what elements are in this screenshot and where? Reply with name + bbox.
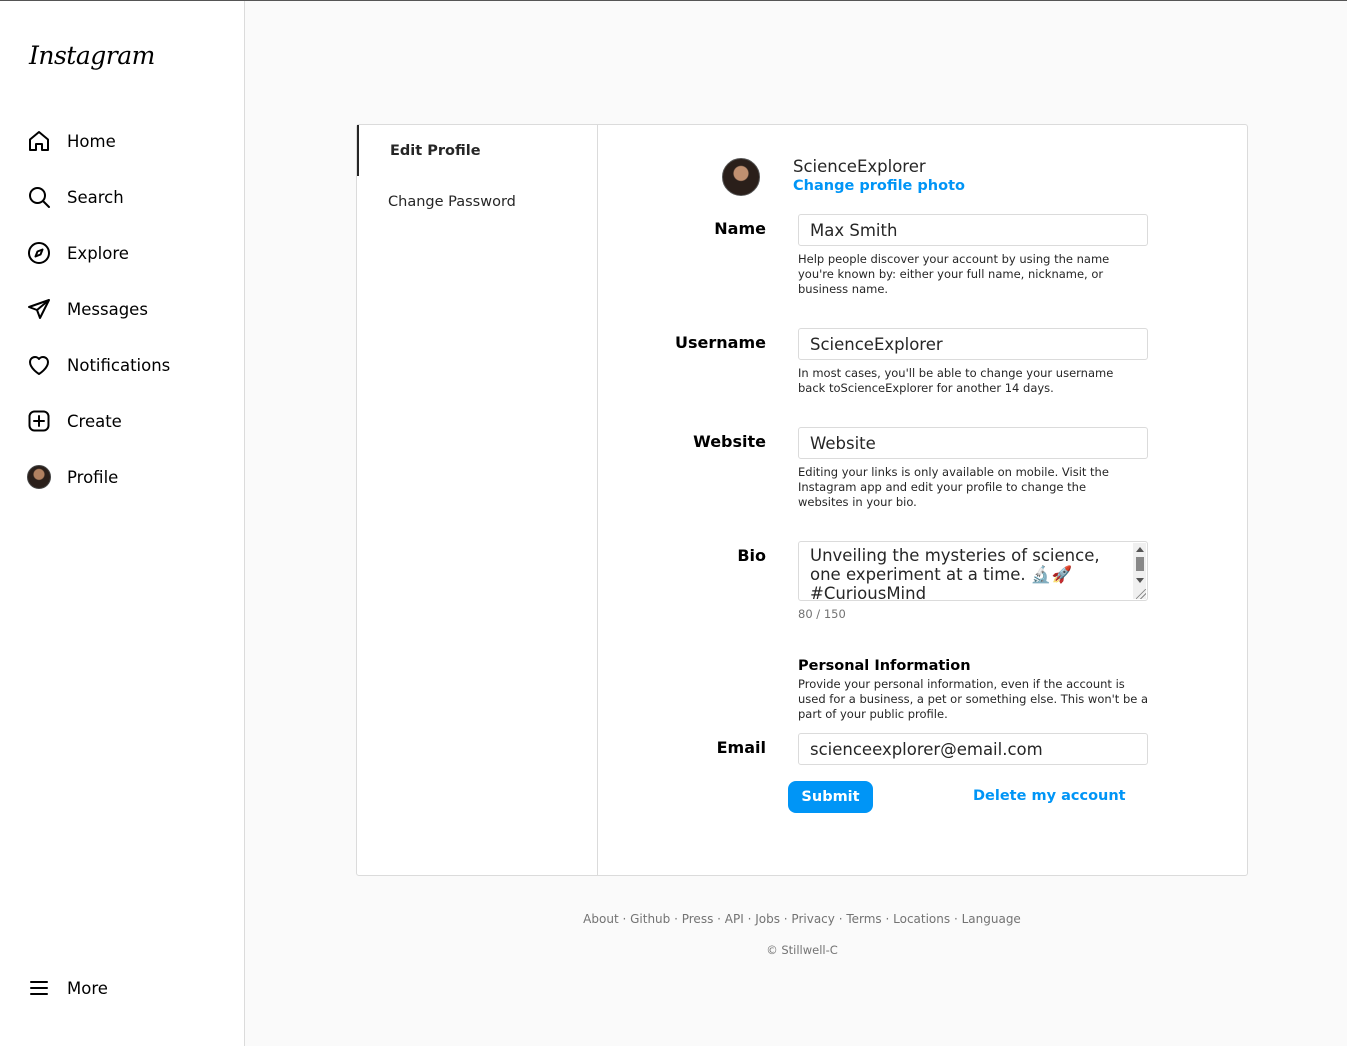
sidebar-item-notifications[interactable]: Notifications <box>26 351 170 379</box>
footer-link-terms[interactable]: Terms <box>846 912 881 926</box>
bio-text: Unveiling the mysteries of science, one … <box>810 546 1100 601</box>
footer-link-api[interactable]: API <box>725 912 744 926</box>
avatar[interactable] <box>722 157 760 196</box>
username-help-text: In most cases, you'll be able to change … <box>798 366 1114 395</box>
scroll-down-arrow-icon[interactable] <box>1136 578 1144 583</box>
footer-separator: · <box>950 912 962 926</box>
home-icon <box>26 128 52 154</box>
sidebar-item-more[interactable]: More <box>26 974 108 1002</box>
footer-link-language[interactable]: Language <box>962 912 1021 926</box>
resize-handle-icon[interactable] <box>1136 589 1146 599</box>
sidebar-item-messages[interactable]: Messages <box>26 295 148 323</box>
username-label: Username <box>675 333 766 352</box>
copyright: © Stillwell-C <box>766 943 838 957</box>
sidebar-item-label: Explore <box>67 243 129 263</box>
footer-link-about[interactable]: About <box>583 912 618 926</box>
heart-icon <box>26 352 52 378</box>
bio-char-counter: 80 / 150 <box>798 607 846 621</box>
footer-separator: · <box>743 912 756 926</box>
footer-separator: · <box>779 912 792 926</box>
instagram-logo[interactable]: Instagram <box>29 41 155 70</box>
sidebar-item-label: Search <box>67 187 124 207</box>
sidebar-item-label: Messages <box>67 299 148 319</box>
username-field[interactable]: ScienceExplorer <box>798 328 1148 360</box>
footer-link-press[interactable]: Press <box>682 912 714 926</box>
avatar <box>27 465 51 489</box>
profile-username: ScienceExplorer <box>793 157 926 176</box>
name-field[interactable]: Max Smith <box>798 214 1148 246</box>
website-label: Website <box>693 432 766 451</box>
sidebar-item-label: Notifications <box>67 355 171 375</box>
tab-edit-profile[interactable]: Edit Profile <box>357 125 597 176</box>
menu-icon <box>26 975 52 1001</box>
sidebar-item-label: Home <box>67 131 116 151</box>
bio-label: Bio <box>737 546 766 565</box>
plus-square-icon <box>26 408 52 434</box>
website-help-text: Editing your links is only available on … <box>798 465 1109 509</box>
footer-links: About · Github · Press · API · Jobs · Pr… <box>356 912 1248 926</box>
change-profile-photo-link[interactable]: Change profile photo <box>793 177 965 196</box>
profile-header: ScienceExplorer Change profile photo <box>722 157 965 196</box>
compass-icon <box>26 240 52 266</box>
personal-info-title: Personal Information <box>798 658 971 674</box>
settings-tabs: Edit Profile Change Password <box>357 125 598 875</box>
name-help-text: Help people discover your account by usi… <box>798 252 1110 296</box>
sidebar-item-home[interactable]: Home <box>26 127 116 155</box>
name-label: Name <box>714 219 766 238</box>
scroll-up-arrow-icon[interactable] <box>1136 547 1144 552</box>
sidebar-item-search[interactable]: Search <box>26 183 124 211</box>
search-icon <box>26 184 52 210</box>
sidebar-item-profile[interactable]: Profile <box>26 463 118 491</box>
website-field[interactable]: Website <box>798 427 1148 459</box>
email-label: Email <box>716 738 766 757</box>
footer-link-jobs[interactable]: Jobs <box>755 912 780 926</box>
sidebar-item-create[interactable]: Create <box>26 407 122 435</box>
bio-textarea[interactable]: Unveiling the mysteries of science, one … <box>798 541 1148 601</box>
tab-change-password[interactable]: Change Password <box>357 176 597 227</box>
scroll-thumb[interactable] <box>1136 557 1144 571</box>
sidebar-item-label: Create <box>67 411 122 431</box>
footer-separator: · <box>881 912 894 926</box>
profile-header-text: ScienceExplorer Change profile photo <box>793 157 965 196</box>
submit-button[interactable]: Submit <box>788 781 873 813</box>
personal-info-help-text: Provide your personal information, even … <box>798 677 1149 721</box>
footer-link-locations[interactable]: Locations <box>893 912 950 926</box>
footer-link-privacy[interactable]: Privacy <box>791 912 834 926</box>
footer-separator: · <box>713 912 725 926</box>
footer-separator: · <box>834 912 847 926</box>
sidebar: Instagram Home Search Explore Messages N… <box>0 1 245 1046</box>
footer-separator: · <box>618 912 631 926</box>
profile-avatar-slot <box>26 464 52 490</box>
sidebar-item-label: Profile <box>67 467 119 487</box>
sidebar-item-explore[interactable]: Explore <box>26 239 129 267</box>
settings-card: Edit Profile Change Password ScienceExpl… <box>356 124 1248 876</box>
footer-separator: · <box>670 912 682 926</box>
send-icon <box>26 296 52 322</box>
sidebar-item-label: More <box>67 978 108 998</box>
email-field[interactable]: scienceexplorer@email.com <box>798 733 1148 765</box>
delete-account-link[interactable]: Delete my account <box>973 788 1126 804</box>
footer-link-github[interactable]: Github <box>630 912 670 926</box>
